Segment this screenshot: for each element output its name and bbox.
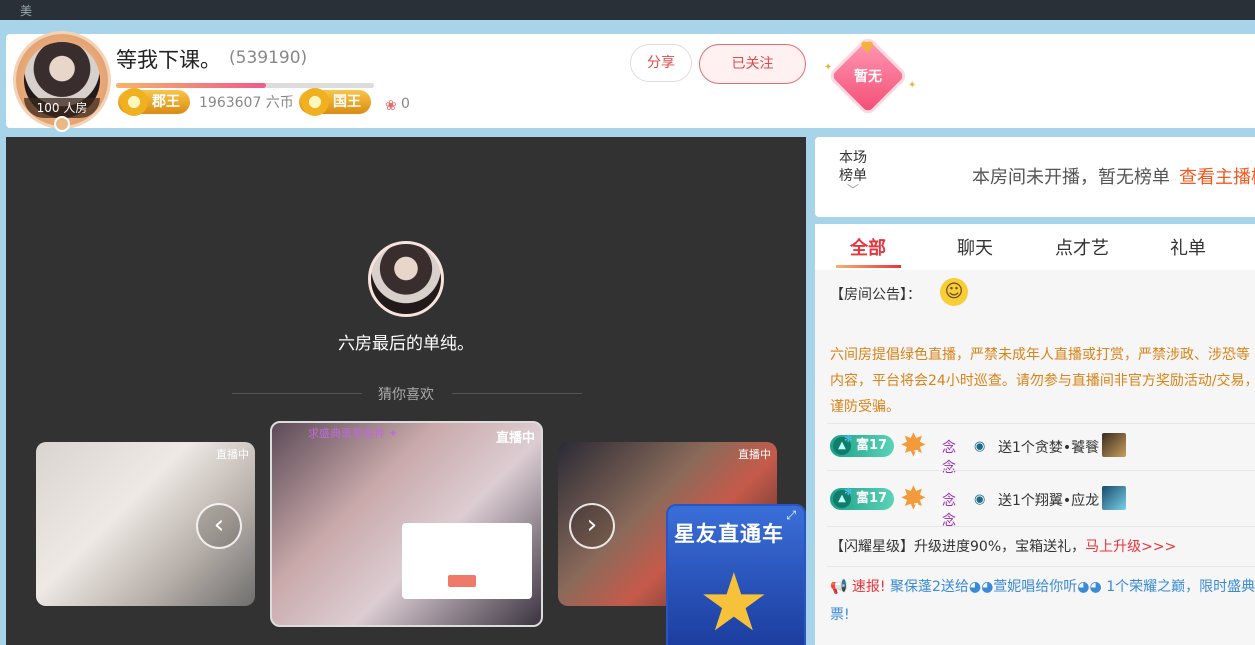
top-nav-bar: 美 [0,0,1255,20]
live-tag: 直播中 [738,448,771,461]
divider [827,566,1255,567]
expand-icon[interactable]: ⤢ [786,508,796,523]
rank-label[interactable]: 本场 榜单 [839,149,879,185]
promo-text: 星友直通车 [674,522,784,546]
live-tag: 直播中 [495,431,535,446]
chat-tabs: 全部 聊天 点才艺 礼单 [815,224,1255,270]
divider [827,423,1255,424]
notice-title: 【房间公告】： [830,287,921,303]
notice-text: 六间房提倡绿色直播，严禁未成年人直播或打赏，严禁涉政、涉恐等内容，平台将会24小… [830,347,1255,415]
gift-text: 送1个贪婪•饕餮 [998,440,1100,456]
user-badge-icon: ◉ [974,492,986,507]
follow-button[interactable]: 已关注 [699,44,806,84]
rich-level-badge: ▲ ✻ 富17 [830,487,894,510]
fans-count: 0 [401,96,410,112]
carousel-prev-button[interactable]: ‹ [196,503,242,549]
star-icon: ★ [698,556,770,645]
chat-messages[interactable]: 【房间公告】： ☺ 六间房提倡绿色直播，严禁未成年人直播或打赏，严禁涉政、涉恐等… [815,270,1255,645]
upgrade-link[interactable]: 马上升级>>> [1085,539,1176,555]
recommend-card-featured[interactable]: 求盛典票票各种 ✦ 直播中 [270,421,543,627]
card-popup [402,523,532,599]
live-tag: 直播中 [216,448,249,461]
share-button[interactable]: 分享 [630,44,692,82]
anchor-level-bar [116,83,374,88]
active-tab-indicator [836,265,901,268]
news-text[interactable]: 聚保蓬2送给◕◕萱妮唱给你听◕◕ 1个荣耀之巅，限时盛典票! [830,579,1255,623]
heart-badge-text: 暂无 [854,69,882,85]
chat-panel: 全部 聊天 点才艺 礼单 【房间公告】： ☺ 六间房提倡绿色直播，严禁未成年人直… [815,224,1255,645]
tab-gift-list[interactable]: 礼单 [1170,234,1206,260]
room-id: (539190) [229,48,308,68]
rank-star-icon: ✸ 1 [900,426,927,464]
promo-banner[interactable]: ⤢ 星友直通车 ★ [666,504,806,645]
sparkle-icon: ✦ [908,80,917,91]
avatar-pin-icon [54,116,70,132]
user-badge-icon: ◉ [974,439,986,454]
tab-chat[interactable]: 聊天 [957,234,993,260]
chevron-down-icon[interactable]: ﹀ [847,181,859,198]
rank-empty-message: 本房间未开播，暂无榜单 [972,167,1170,188]
anchor-level-fill [116,83,266,88]
guardian-heart-badge[interactable]: ♥ 暂无 [831,38,905,113]
tab-all[interactable]: 全部 [850,234,886,260]
anchor-name: 等我下课。 [116,48,221,72]
recommend-title: 猜你喜欢 [378,387,434,403]
coin-balance: 1963607 六币 [199,95,294,111]
gift-sender[interactable]: 念念 [942,437,956,477]
noble-badge-junwang[interactable]: 郡王 [118,88,190,116]
room-capacity-label: 100 人房 [24,98,100,118]
gift-thumbnail [1102,433,1126,457]
snowflake-icon: ✻ [844,487,853,498]
horn-icon: 📢 [830,579,848,595]
gift-text: 送1个翔翼•应龙 [998,493,1100,509]
fans-icon: ❀ [385,98,397,114]
news-label: 速报! [851,579,886,595]
divider [827,470,1255,471]
rank-panel: 本场 榜单 ﹀ 本房间未开播，暂无榜单 查看主播榜 [815,137,1255,217]
smiley-icon: ☺ [940,278,968,306]
anchor-avatar[interactable]: 100 人房 [10,30,114,134]
crown-gem-icon [120,88,148,116]
carousel-next-button[interactable]: › [569,503,615,549]
star-level-message: 【闪耀星级】升级进度90%，宝箱送礼，马上升级>>> [830,539,1177,555]
gift-sender[interactable]: 念念 [942,490,956,530]
gift-thumbnail [1102,486,1126,510]
quick-news: 📢 速报! 聚保蓬2送给◕◕萱妮唱给你听◕◕ 1个荣耀之巅，限时盛典票! [830,573,1255,629]
streamer-name: 六房最后的单纯。 [338,334,474,354]
sparkle-icon: ✦ [824,62,833,73]
room-header: 100 人房 等我下课。 (539190) 郡王 1963607 六币 国王 ❀… [6,34,1255,132]
noble-badge-guowang[interactable]: 国王 [299,88,371,116]
video-player-area: 六房最后的单纯。 猜你喜欢 直播中 求盛典票票各种 ✦ 直播中 直播中 ‹ › … [6,137,806,645]
tab-talent[interactable]: 点才艺 [1055,234,1109,260]
card-banner-text: 求盛典票票各种 ✦ [308,427,398,440]
streamer-avatar[interactable] [368,241,444,317]
divider [827,526,1255,527]
top-nav-text: 美 [20,4,33,18]
anchor-rank-link[interactable]: 查看主播榜 [1179,163,1255,189]
snowflake-icon: ✻ [844,434,853,445]
crown-gem-icon [301,88,329,116]
heart-icon: ♥ [860,38,875,57]
rank-star-icon: ✸ 1 [900,479,927,517]
rich-level-badge: ▲ ✻ 富17 [830,434,894,457]
